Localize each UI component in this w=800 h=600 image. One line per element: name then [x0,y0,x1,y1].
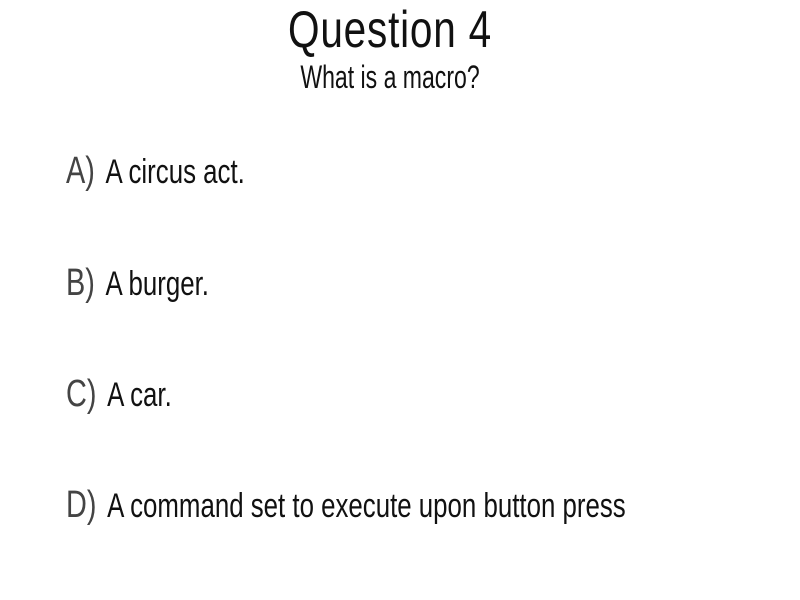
option-letter: A) [66,150,95,192]
slide-title: Question 4 [288,1,492,59]
question-text: What is a macro? [300,59,480,95]
quiz-slide: Question 4 What is a macro? A) A circus … [0,0,800,600]
answer-option-a[interactable]: A) A circus act. [66,150,245,200]
answer-option-b[interactable]: B) A burger. [66,262,209,312]
option-text: A burger. [105,265,209,303]
answer-option-d[interactable]: D) A command set to execute upon button … [66,484,626,534]
option-letter: B) [66,262,95,304]
option-text: A car. [107,376,172,414]
option-letter: C) [66,373,97,415]
option-text: A circus act. [105,153,245,191]
option-text: A command set to execute upon button pre… [107,487,626,525]
answer-option-c[interactable]: C) A car. [66,373,172,423]
option-letter: D) [66,484,97,526]
